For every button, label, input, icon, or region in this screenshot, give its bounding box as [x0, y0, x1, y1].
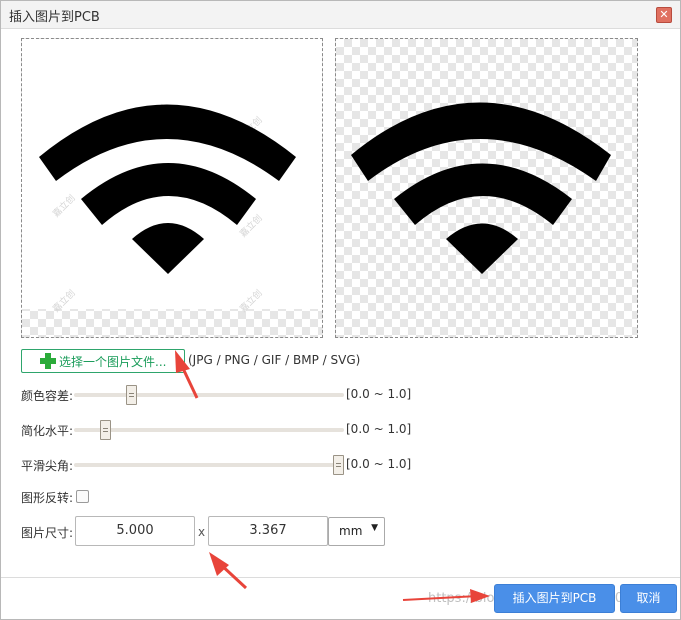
choose-image-file-label: 选择一个图片文件...: [59, 355, 167, 369]
source-image-preview: 嘉立创 嘉立创 嘉立创 嘉立创 嘉立创 嘉立创: [21, 38, 323, 338]
dialog-titlebar: 插入图片到PCB ✕: [1, 1, 680, 29]
color-tolerance-range: [0.0 ~ 1.0]: [346, 387, 412, 401]
invert-checkbox[interactable]: [76, 490, 89, 503]
width-input[interactable]: 5.000: [75, 516, 195, 546]
footer-divider: [1, 577, 680, 578]
wifi-icon: [351, 102, 611, 274]
color-tolerance-slider[interactable]: [74, 385, 344, 405]
dialog-title: 插入图片到PCB: [9, 10, 100, 25]
unit-select-value: mm: [339, 524, 363, 538]
color-tolerance-label: 颜色容差:: [21, 389, 74, 403]
insert-image-dialog: 插入图片到PCB ✕ 嘉立创 嘉立创 嘉立创 嘉立创 嘉立创 嘉立创 选择一个图…: [0, 0, 681, 620]
image-size-label: 图片尺寸:: [21, 526, 74, 540]
output-image-preview: [335, 38, 638, 338]
slider-thumb[interactable]: [333, 455, 344, 475]
smooth-corners-slider[interactable]: [74, 455, 344, 475]
simplify-level-range: [0.0 ~ 1.0]: [346, 422, 412, 436]
invert-label: 图形反转:: [21, 491, 74, 505]
chevron-down-icon: ▼: [371, 523, 378, 533]
size-separator: x: [198, 525, 206, 539]
insert-image-button[interactable]: 插入图片到PCB: [494, 584, 615, 613]
unit-select[interactable]: mm ▼: [328, 517, 385, 546]
smooth-corners-range: [0.0 ~ 1.0]: [346, 457, 412, 471]
simplify-level-label: 简化水平:: [21, 424, 74, 438]
simplify-level-slider[interactable]: [74, 420, 344, 440]
plus-icon: [40, 353, 56, 369]
slider-thumb[interactable]: [100, 420, 111, 440]
height-input[interactable]: 3.367: [208, 516, 328, 546]
choose-image-file-button[interactable]: 选择一个图片文件...: [21, 349, 185, 373]
smooth-corners-label: 平滑尖角:: [21, 459, 74, 473]
supported-formats: (JPG / PNG / GIF / BMP / SVG): [188, 353, 361, 367]
cancel-button[interactable]: 取消: [620, 584, 677, 613]
wifi-icon: [39, 104, 296, 274]
slider-thumb[interactable]: [126, 385, 137, 405]
close-icon[interactable]: ✕: [656, 7, 672, 23]
